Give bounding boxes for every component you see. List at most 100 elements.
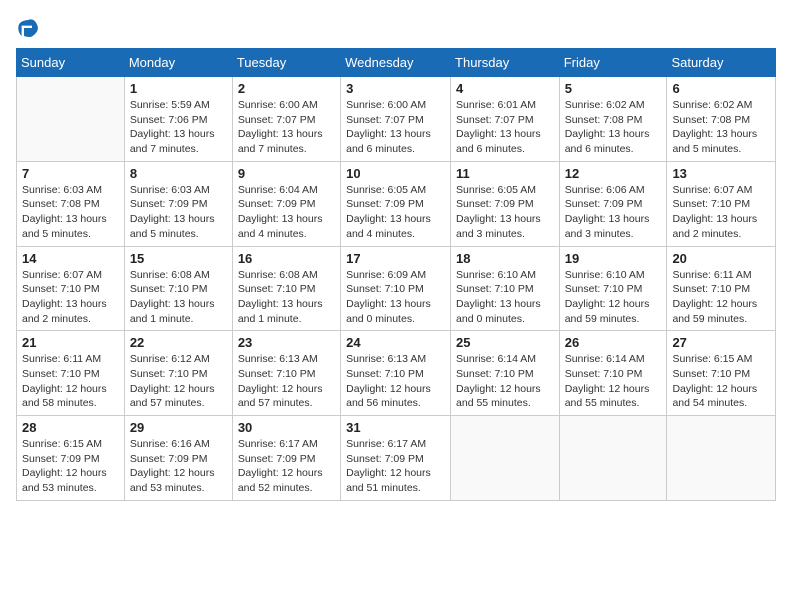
day-number: 18 xyxy=(456,251,554,266)
day-info: Sunrise: 6:01 AMSunset: 7:07 PMDaylight:… xyxy=(456,98,554,157)
day-number: 26 xyxy=(565,335,662,350)
day-number: 22 xyxy=(130,335,227,350)
calendar-cell: 21Sunrise: 6:11 AMSunset: 7:10 PMDayligh… xyxy=(17,331,125,416)
day-info: Sunrise: 6:16 AMSunset: 7:09 PMDaylight:… xyxy=(130,437,227,496)
day-info: Sunrise: 6:05 AMSunset: 7:09 PMDaylight:… xyxy=(346,183,445,242)
calendar-cell xyxy=(667,416,776,501)
day-info: Sunrise: 6:02 AMSunset: 7:08 PMDaylight:… xyxy=(565,98,662,157)
day-info: Sunrise: 6:06 AMSunset: 7:09 PMDaylight:… xyxy=(565,183,662,242)
calendar-cell: 28Sunrise: 6:15 AMSunset: 7:09 PMDayligh… xyxy=(17,416,125,501)
calendar-week-row: 1 Sunrise: 5:59 AMSunset: 7:06 PMDaylight… xyxy=(17,77,776,162)
day-info: Sunrise: 6:15 AMSunset: 7:10 PMDaylight:… xyxy=(672,352,770,411)
logo xyxy=(16,16,44,40)
calendar-header-sunday: Sunday xyxy=(17,49,125,77)
calendar-cell: 17 Sunrise: 6:09 AMSunset: 7:10 PMDayligh… xyxy=(341,246,451,331)
day-number: 17 xyxy=(346,251,445,266)
calendar-cell: 25 Sunrise: 6:14 AMSunset: 7:10 PMDayligh… xyxy=(451,331,560,416)
day-info: Sunrise: 6:07 AMSunset: 7:10 PMDaylight:… xyxy=(22,268,119,327)
calendar-cell: 4 Sunrise: 6:01 AMSunset: 7:07 PMDaylight… xyxy=(451,77,560,162)
calendar-cell: 12 Sunrise: 6:06 AMSunset: 7:09 PMDayligh… xyxy=(559,161,667,246)
day-info: Sunrise: 6:00 AMSunset: 7:07 PMDaylight:… xyxy=(238,98,335,157)
calendar-cell xyxy=(451,416,560,501)
calendar-cell: 23 Sunrise: 6:13 AMSunset: 7:10 PMDayligh… xyxy=(232,331,340,416)
calendar-header-friday: Friday xyxy=(559,49,667,77)
day-number: 31 xyxy=(346,420,445,435)
day-number: 16 xyxy=(238,251,335,266)
calendar-cell: 19 Sunrise: 6:10 AMSunset: 7:10 PMDayligh… xyxy=(559,246,667,331)
calendar-cell xyxy=(559,416,667,501)
calendar-cell: 29 Sunrise: 6:16 AMSunset: 7:09 PMDayligh… xyxy=(124,416,232,501)
day-info: Sunrise: 6:11 AMSunset: 7:10 PMDaylight:… xyxy=(672,268,770,327)
calendar-cell: 8 Sunrise: 6:03 AMSunset: 7:09 PMDaylight… xyxy=(124,161,232,246)
calendar-cell: 11Sunrise: 6:05 AMSunset: 7:09 PMDayligh… xyxy=(451,161,560,246)
day-number: 5 xyxy=(565,81,662,96)
day-info: Sunrise: 6:10 AMSunset: 7:10 PMDaylight:… xyxy=(565,268,662,327)
day-info: Sunrise: 6:08 AMSunset: 7:10 PMDaylight:… xyxy=(130,268,227,327)
day-info: Sunrise: 6:09 AMSunset: 7:10 PMDaylight:… xyxy=(346,268,445,327)
day-info: Sunrise: 6:03 AMSunset: 7:09 PMDaylight:… xyxy=(130,183,227,242)
calendar-cell: 3Sunrise: 6:00 AMSunset: 7:07 PMDaylight… xyxy=(341,77,451,162)
calendar-week-row: 7 Sunrise: 6:03 AMSunset: 7:08 PMDaylight… xyxy=(17,161,776,246)
day-number: 13 xyxy=(672,166,770,181)
calendar-cell: 20 Sunrise: 6:11 AMSunset: 7:10 PMDayligh… xyxy=(667,246,776,331)
day-number: 9 xyxy=(238,166,335,181)
calendar-cell: 2 Sunrise: 6:00 AMSunset: 7:07 PMDaylight… xyxy=(232,77,340,162)
day-number: 29 xyxy=(130,420,227,435)
day-info: Sunrise: 6:17 AMSunset: 7:09 PMDaylight:… xyxy=(238,437,335,496)
calendar-cell: 16 Sunrise: 6:08 AMSunset: 7:10 PMDayligh… xyxy=(232,246,340,331)
day-info: Sunrise: 6:15 AMSunset: 7:09 PMDaylight:… xyxy=(22,437,119,496)
day-number: 1 xyxy=(130,81,227,96)
day-number: 15 xyxy=(130,251,227,266)
calendar-cell: 14 Sunrise: 6:07 AMSunset: 7:10 PMDayligh… xyxy=(17,246,125,331)
day-number: 20 xyxy=(672,251,770,266)
day-number: 8 xyxy=(130,166,227,181)
page-header xyxy=(16,16,776,40)
day-info: Sunrise: 6:13 AMSunset: 7:10 PMDaylight:… xyxy=(238,352,335,411)
day-info: Sunrise: 6:11 AMSunset: 7:10 PMDaylight:… xyxy=(22,352,119,411)
calendar-header-tuesday: Tuesday xyxy=(232,49,340,77)
day-number: 19 xyxy=(565,251,662,266)
calendar-cell: 24Sunrise: 6:13 AMSunset: 7:10 PMDayligh… xyxy=(341,331,451,416)
calendar-cell: 18Sunrise: 6:10 AMSunset: 7:10 PMDayligh… xyxy=(451,246,560,331)
day-number: 14 xyxy=(22,251,119,266)
day-number: 7 xyxy=(22,166,119,181)
calendar-header-row: SundayMondayTuesdayWednesdayThursdayFrid… xyxy=(17,49,776,77)
calendar-table: SundayMondayTuesdayWednesdayThursdayFrid… xyxy=(16,48,776,501)
day-info: Sunrise: 6:14 AMSunset: 7:10 PMDaylight:… xyxy=(456,352,554,411)
calendar-cell: 6 Sunrise: 6:02 AMSunset: 7:08 PMDaylight… xyxy=(667,77,776,162)
calendar-cell: 30 Sunrise: 6:17 AMSunset: 7:09 PMDayligh… xyxy=(232,416,340,501)
day-info: Sunrise: 6:17 AMSunset: 7:09 PMDaylight:… xyxy=(346,437,445,496)
day-number: 11 xyxy=(456,166,554,181)
calendar-cell: 5 Sunrise: 6:02 AMSunset: 7:08 PMDaylight… xyxy=(559,77,667,162)
calendar-cell xyxy=(17,77,125,162)
day-number: 12 xyxy=(565,166,662,181)
day-number: 25 xyxy=(456,335,554,350)
calendar-cell: 13Sunrise: 6:07 AMSunset: 7:10 PMDayligh… xyxy=(667,161,776,246)
calendar-cell: 10 Sunrise: 6:05 AMSunset: 7:09 PMDayligh… xyxy=(341,161,451,246)
day-number: 27 xyxy=(672,335,770,350)
calendar-cell: 31 Sunrise: 6:17 AMSunset: 7:09 PMDayligh… xyxy=(341,416,451,501)
calendar-header-wednesday: Wednesday xyxy=(341,49,451,77)
calendar-week-row: 28Sunrise: 6:15 AMSunset: 7:09 PMDayligh… xyxy=(17,416,776,501)
calendar-week-row: 21Sunrise: 6:11 AMSunset: 7:10 PMDayligh… xyxy=(17,331,776,416)
day-info: Sunrise: 6:02 AMSunset: 7:08 PMDaylight:… xyxy=(672,98,770,157)
day-number: 4 xyxy=(456,81,554,96)
day-number: 10 xyxy=(346,166,445,181)
day-info: Sunrise: 6:03 AMSunset: 7:08 PMDaylight:… xyxy=(22,183,119,242)
calendar-header-saturday: Saturday xyxy=(667,49,776,77)
day-number: 2 xyxy=(238,81,335,96)
day-info: Sunrise: 6:12 AMSunset: 7:10 PMDaylight:… xyxy=(130,352,227,411)
day-number: 6 xyxy=(672,81,770,96)
day-info: Sunrise: 5:59 AMSunset: 7:06 PMDaylight:… xyxy=(130,98,227,157)
calendar-cell: 15 Sunrise: 6:08 AMSunset: 7:10 PMDayligh… xyxy=(124,246,232,331)
day-number: 30 xyxy=(238,420,335,435)
day-info: Sunrise: 6:14 AMSunset: 7:10 PMDaylight:… xyxy=(565,352,662,411)
logo-icon xyxy=(16,16,40,40)
calendar-cell: 9 Sunrise: 6:04 AMSunset: 7:09 PMDaylight… xyxy=(232,161,340,246)
calendar-cell: 27 Sunrise: 6:15 AMSunset: 7:10 PMDayligh… xyxy=(667,331,776,416)
day-info: Sunrise: 6:08 AMSunset: 7:10 PMDaylight:… xyxy=(238,268,335,327)
calendar-cell: 22 Sunrise: 6:12 AMSunset: 7:10 PMDayligh… xyxy=(124,331,232,416)
day-number: 3 xyxy=(346,81,445,96)
day-info: Sunrise: 6:04 AMSunset: 7:09 PMDaylight:… xyxy=(238,183,335,242)
day-number: 23 xyxy=(238,335,335,350)
